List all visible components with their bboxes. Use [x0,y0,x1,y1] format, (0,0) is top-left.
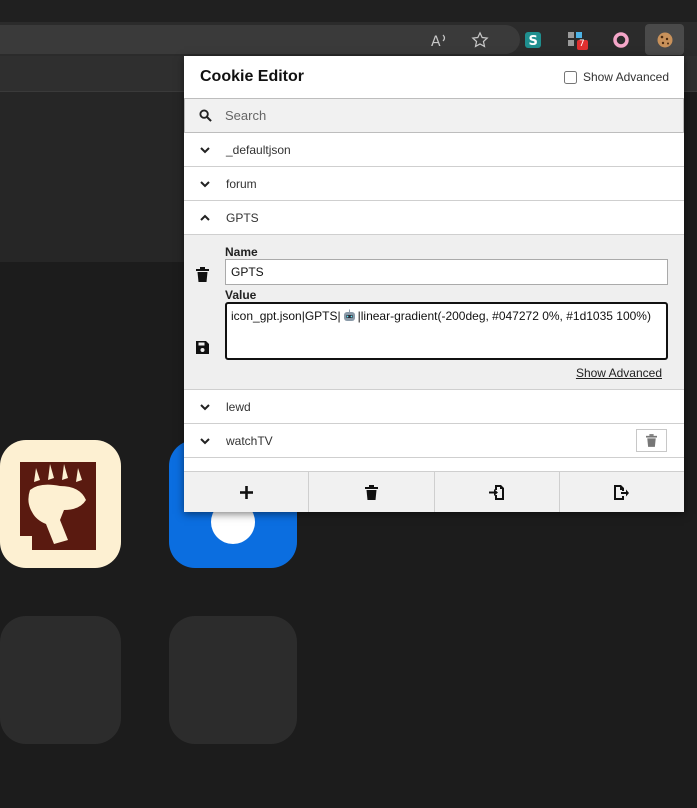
ring-extension-icon[interactable] [610,29,632,51]
export-button[interactable] [560,472,684,512]
search-icon [185,109,225,122]
s-extension-icon[interactable]: S [522,29,544,51]
add-cookie-button[interactable] [184,472,310,512]
empty-app-tile[interactable] [169,616,297,744]
bear-paw-app-tile[interactable] [0,440,121,568]
search-input[interactable] [225,108,625,123]
cookie-name: _defaultjson [226,142,291,157]
svg-text:A: A [431,34,441,48]
chevron-up-icon[interactable] [184,214,226,222]
chevron-down-icon[interactable] [184,146,226,154]
extension-badge: 7 [579,39,585,49]
name-field-label: Name [225,245,258,259]
search-bar [184,98,684,133]
chevron-down-icon[interactable] [184,180,226,188]
show-advanced-link[interactable]: Show Advanced [576,366,662,380]
value-text-part: |linear-gradient(-200deg, #047272 0%, #1… [357,309,651,323]
value-text-part: icon_gpt.json|GPTS| [231,309,341,323]
popup-header: Cookie Editor Show Advanced [184,56,684,98]
export-icon [614,484,630,500]
cookie-icon[interactable] [654,29,676,51]
show-advanced-label: Show Advanced [582,70,669,84]
trash-icon [646,434,657,447]
empty-app-tile[interactable] [0,616,121,744]
cookie-name: GPTS [226,210,259,225]
bear-paw-logo-icon [20,462,96,550]
favorite-star-icon[interactable] [469,29,491,51]
cookie-name: forum [226,176,257,191]
show-advanced-toggle[interactable]: Show Advanced [563,70,669,84]
chevron-down-icon[interactable] [184,403,226,411]
cookie-row[interactable]: watchTV [184,424,684,458]
value-field-label: Value [225,288,257,302]
robot-emoji-icon [342,309,357,328]
title-strip [0,0,697,22]
popup-title: Cookie Editor [200,68,305,85]
row-delete-button[interactable] [636,429,667,452]
cookie-name: lewd [226,399,251,414]
cookie-detail-panel: Name GPTS Value icon_gpt.json|GPTS| |lin… [184,235,684,390]
read-aloud-icon[interactable]: A [429,29,451,51]
cookie-row-expanded[interactable]: GPTS [184,201,684,235]
show-advanced-checkbox[interactable] [563,70,577,84]
trash-icon [364,484,378,500]
plus-icon [239,485,253,499]
cookie-name: watchTV [226,433,273,448]
import-button[interactable] [435,472,560,512]
cookie-row[interactable]: forum [184,167,684,201]
cookie-row[interactable]: lewd [184,390,684,424]
cookie-value-textarea[interactable]: icon_gpt.json|GPTS| |linear-gradient(-20… [225,302,668,360]
delete-cookie-trash-icon[interactable] [194,266,210,282]
svg-text:S: S [529,34,538,49]
import-icon [489,484,505,500]
popup-footer-toolbar [184,471,684,512]
delete-all-button[interactable] [309,472,435,512]
cookie-row[interactable]: _defaultjson [184,133,684,167]
save-cookie-floppy-icon[interactable] [194,339,210,355]
chevron-down-icon[interactable] [184,437,226,445]
apps-extension-icon[interactable]: 7 [567,29,589,51]
cookie-editor-popup: Cookie Editor Show Advanced _defaultjson… [184,56,684,512]
cookie-name-input[interactable]: GPTS [225,259,668,285]
